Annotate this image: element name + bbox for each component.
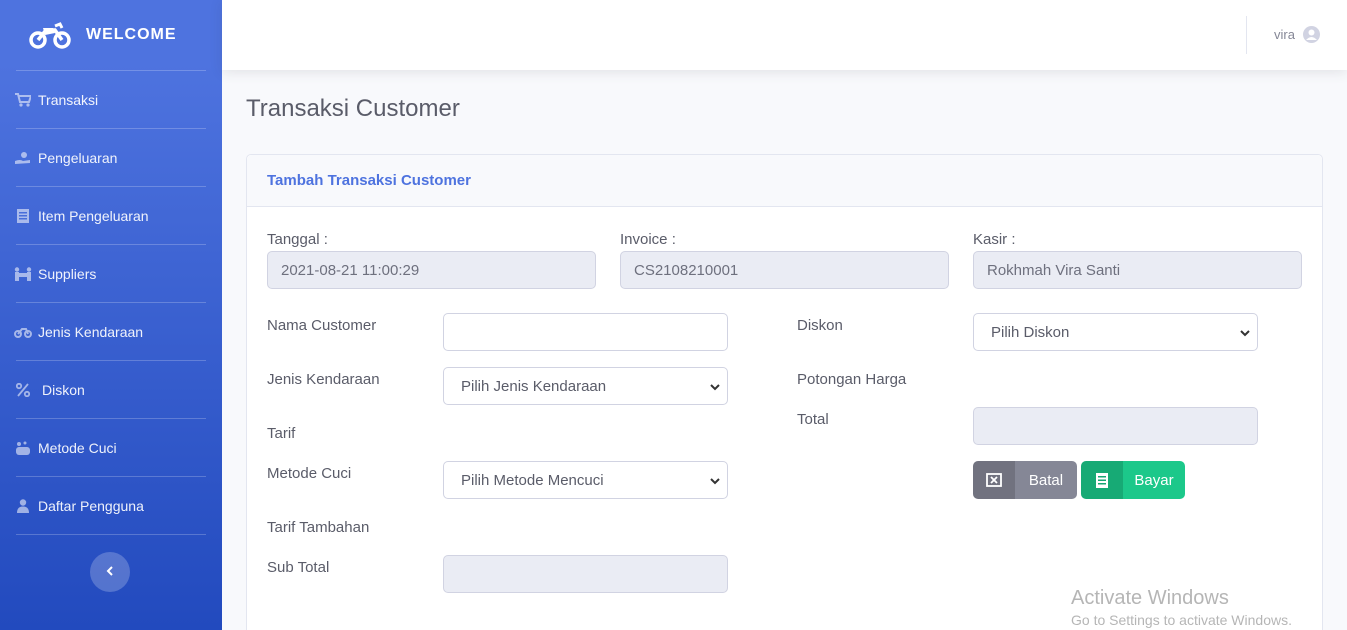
bayar-button-label: Bayar (1134, 471, 1174, 489)
sidebar-item-label: Diskon (42, 381, 85, 398)
transaction-form-card: Tambah Transaksi Customer Tanggal : 2021… (246, 154, 1323, 630)
people-carry-icon (14, 266, 32, 282)
chevron-down-icon (1239, 326, 1251, 338)
jenis-kendaraan-selected: Pilih Jenis Kendaraan (461, 377, 607, 395)
page-title: Transaksi Customer (246, 95, 460, 122)
kasir-field[interactable]: Rokhmah Vira Santi (973, 251, 1302, 289)
batal-button-label: Batal (1028, 471, 1064, 489)
jenis-kendaraan-label: Jenis Kendaraan (267, 371, 380, 388)
sub-total-label: Sub Total (267, 559, 330, 576)
tanggal-field[interactable]: 2021-08-21 11:00:29 (267, 251, 596, 289)
nama-customer-label: Nama Customer (267, 317, 377, 334)
tanggal-label: Tanggal : (267, 231, 328, 248)
hand-holding-icon (14, 150, 32, 166)
invoice-field[interactable]: CS2108210001 (620, 251, 949, 289)
soap-icon (14, 440, 32, 456)
jenis-kendaraan-select[interactable]: Pilih Jenis Kendaraan (443, 367, 728, 405)
sidebar-item-label: Daftar Pengguna (38, 497, 144, 514)
sidebar-item-item-pengeluaran[interactable]: Item Pengeluaran (0, 187, 222, 244)
bayar-button[interactable]: Bayar (1081, 461, 1185, 499)
total-label: Total (797, 411, 829, 428)
activate-windows-title: Activate Windows (1071, 587, 1229, 609)
window-close-icon (973, 461, 1015, 499)
user-icon (14, 498, 32, 514)
percent-icon (14, 382, 32, 398)
sidebar-item-jenis-kendaraan[interactable]: Jenis Kendaraan (0, 303, 222, 360)
nama-customer-input[interactable] (443, 313, 728, 351)
sidebar-item-label: Pengeluaran (38, 149, 118, 166)
chevron-down-icon (709, 474, 721, 486)
invoice-label: Invoice : (620, 231, 676, 248)
metode-cuci-selected: Pilih Metode Mencuci (461, 471, 604, 489)
metode-cuci-label: Metode Cuci (267, 465, 352, 482)
diskon-label: Diskon (797, 317, 843, 334)
motorcycle-icon (28, 19, 72, 51)
receipt-icon (1081, 461, 1123, 499)
topbar-divider (1246, 16, 1247, 54)
sidebar-item-label: Suppliers (38, 265, 97, 282)
sidebar-item-suppliers[interactable]: Suppliers (0, 245, 222, 302)
activate-windows-subtitle: Go to Settings to activate Windows. (1071, 612, 1292, 628)
sidebar-item-daftar-pengguna[interactable]: Daftar Pengguna (0, 477, 222, 534)
metode-cuci-select[interactable]: Pilih Metode Mencuci (443, 461, 728, 499)
user-name[interactable]: vira (1274, 27, 1295, 42)
potongan-harga-label: Potongan Harga (797, 371, 907, 388)
topbar: vira (222, 0, 1347, 70)
sidebar-item-diskon[interactable]: Diskon (0, 361, 222, 418)
batal-button[interactable]: Batal (973, 461, 1077, 499)
sidebar-item-pengeluaran[interactable]: Pengeluaran (0, 129, 222, 186)
sidebar-item-label: Metode Cuci (38, 439, 117, 456)
tarif-tambahan-label: Tarif Tambahan (267, 519, 370, 536)
motorcycle-icon (14, 324, 32, 340)
sidebar-brand[interactable]: WELCOME (0, 0, 222, 70)
sidebar: WELCOME Transaksi Pengeluaran Item Penge… (0, 0, 222, 630)
sidebar-toggle-button[interactable] (90, 552, 130, 592)
sub-total-field[interactable] (443, 555, 728, 593)
sidebar-item-label: Jenis Kendaraan (38, 323, 144, 340)
kasir-label: Kasir : (973, 231, 1016, 248)
chevron-left-icon (106, 563, 114, 581)
tarif-label: Tarif (267, 425, 296, 442)
receipt-icon (14, 208, 32, 224)
sidebar-item-transaksi[interactable]: Transaksi (0, 71, 222, 128)
brand-title: WELCOME (86, 26, 177, 43)
sidebar-item-metode-cuci[interactable]: Metode Cuci (0, 419, 222, 476)
sidebar-divider (16, 534, 206, 535)
diskon-select[interactable]: Pilih Diskon (973, 313, 1258, 351)
chevron-down-icon (709, 380, 721, 392)
sidebar-item-label: Transaksi (38, 91, 99, 108)
shopping-cart-icon (14, 92, 32, 108)
sidebar-item-label: Item Pengeluaran (38, 207, 149, 224)
card-header: Tambah Transaksi Customer (247, 155, 1322, 207)
user-avatar-icon[interactable] (1303, 26, 1320, 43)
diskon-selected: Pilih Diskon (991, 323, 1070, 341)
total-field[interactable] (973, 407, 1258, 445)
card-title: Tambah Transaksi Customer (267, 172, 471, 189)
